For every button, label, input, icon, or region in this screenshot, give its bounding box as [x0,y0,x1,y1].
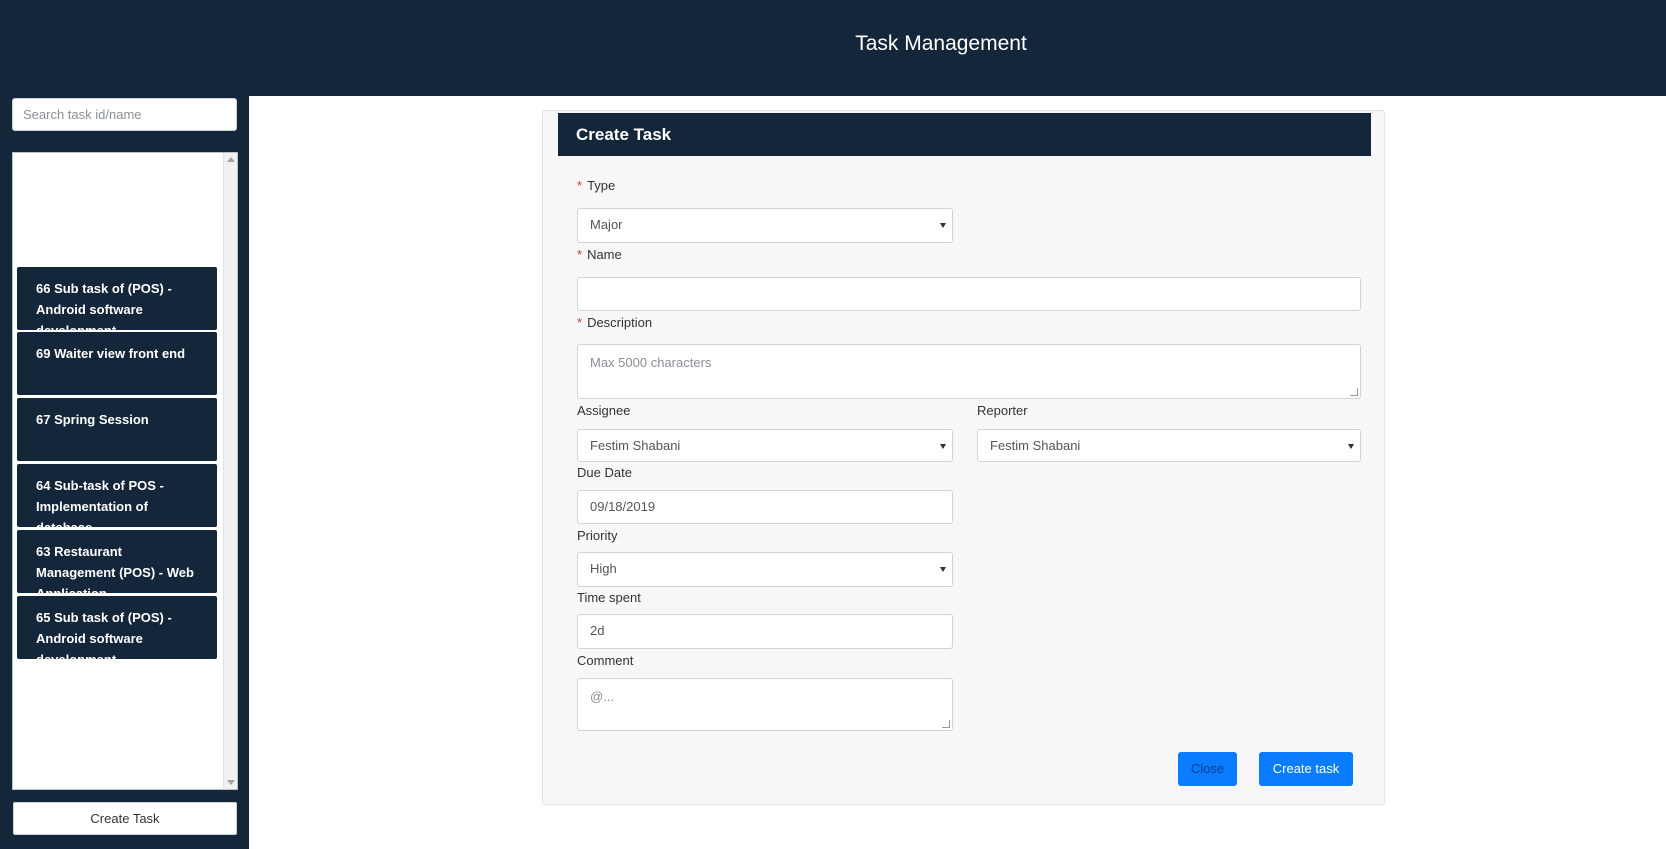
task-list[interactable]: 66 Sub task of (POS) - Android software … [12,152,238,790]
sidebar-create-task-button[interactable]: Create Task [13,802,237,835]
required-marker: * [577,247,583,262]
task-list-scrollbar[interactable] [223,153,237,789]
time-spent-label: Time spent [577,590,641,605]
app-header: Task Management [0,0,1666,96]
type-label: * Type [577,178,615,193]
required-marker: * [577,315,583,330]
reporter-select[interactable]: Festim Shabani [977,429,1361,462]
resize-handle-icon[interactable] [1350,388,1358,396]
task-item[interactable]: 66 Sub task of (POS) - Android software … [17,267,217,330]
task-item[interactable]: 65 Sub task of (POS) - Android software … [17,596,217,659]
description-label-text: Description [587,315,653,330]
assignee-label: Assignee [577,403,631,418]
chevron-down-icon [1348,444,1354,449]
description-label: * Description [577,315,652,330]
priority-select[interactable]: High [577,552,953,587]
due-date-input[interactable]: 09/18/2019 [577,490,953,524]
task-item[interactable]: 63 Restaurant Management (POS) - Web App… [17,530,217,593]
type-value: Major [590,217,623,232]
scroll-up-icon[interactable] [227,157,235,162]
sidebar: 66 Sub task of (POS) - Android software … [0,96,249,849]
chevron-down-icon [940,223,946,228]
scroll-down-icon[interactable] [227,780,235,785]
name-label: * Name [577,247,622,262]
description-placeholder: Max 5000 characters [590,355,712,370]
name-input[interactable] [577,277,1361,311]
panel-title: Create Task [558,113,1371,156]
app-title: Task Management [855,32,1027,55]
required-marker: * [577,178,583,193]
comment-textarea[interactable]: @... [577,678,953,731]
resize-handle-icon[interactable] [942,720,950,728]
assignee-value: Festim Shabani [590,438,681,453]
create-task-button[interactable]: Create task [1259,752,1353,786]
due-date-label: Due Date [577,465,632,480]
priority-value: High [590,561,617,576]
type-label-text: Type [587,178,616,193]
reporter-label: Reporter [977,403,1028,418]
task-item[interactable]: 69 Waiter view front end [17,332,217,395]
comment-label: Comment [577,653,634,668]
type-select[interactable]: Major [577,208,953,243]
priority-label: Priority [577,528,618,543]
task-item[interactable]: 64 Sub-task of POS - Implementation of d… [17,464,217,527]
task-item[interactable]: 67 Spring Session [17,398,217,461]
description-textarea[interactable]: Max 5000 characters [577,344,1361,399]
reporter-value: Festim Shabani [990,438,1081,453]
create-task-panel: Create Task * Type Major * Name * Descripti… [542,110,1385,805]
search-input[interactable] [12,98,237,131]
time-spent-input[interactable]: 2d [577,614,953,649]
chevron-down-icon [940,444,946,449]
close-button[interactable]: Close [1178,752,1237,786]
assignee-select[interactable]: Festim Shabani [577,429,953,462]
name-label-text: Name [587,247,622,262]
comment-placeholder: @... [590,689,615,704]
chevron-down-icon [940,567,946,572]
